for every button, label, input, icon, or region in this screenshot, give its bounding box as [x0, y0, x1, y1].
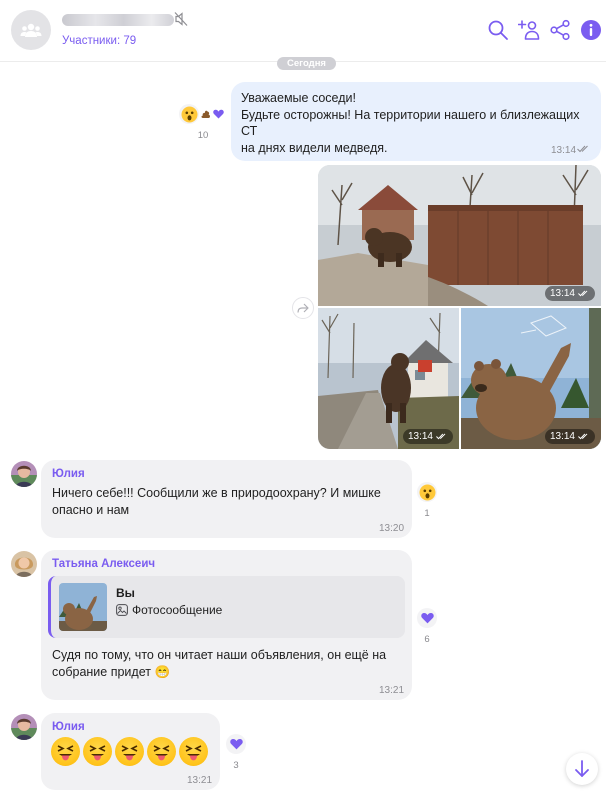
reaction-count: 10: [197, 130, 209, 141]
scroll-to-bottom-button[interactable]: [566, 753, 598, 785]
quote-image: [59, 583, 107, 631]
chat-header: Участники: 79: [0, 0, 606, 62]
photo-bear-road[interactable]: 13:14: [318, 165, 601, 306]
reaction-badge[interactable]: [417, 608, 437, 628]
shocked-face-icon: [181, 106, 197, 122]
purple-heart-icon: [229, 739, 243, 750]
photo-time: 13:14: [549, 288, 575, 299]
photo-time-badge: 13:14: [544, 286, 595, 301]
read-ticks-icon: [578, 290, 588, 297]
group-avatar[interactable]: [11, 10, 51, 50]
reaction-count: 1: [424, 508, 430, 519]
avatar[interactable]: [11, 551, 37, 577]
read-ticks-icon: [436, 433, 446, 440]
forward-button[interactable]: [292, 297, 314, 319]
message-text: Ничего себе!!! Сообщили же в природоохра…: [52, 486, 381, 517]
photo-time: 13:14: [407, 431, 433, 442]
avatar[interactable]: [11, 461, 37, 487]
squinting-tongue-emoji-icon: [115, 737, 144, 766]
purple-heart-icon: [420, 613, 434, 624]
photo-bear-closeup[interactable]: 13:14: [461, 308, 601, 449]
photo-icon: [116, 604, 128, 616]
sender-name[interactable]: Юлия: [52, 719, 85, 736]
photo-image: [318, 308, 459, 449]
reaction-badge[interactable]: [179, 104, 199, 124]
reaction-badge[interactable]: [226, 734, 246, 754]
info-icon[interactable]: [580, 19, 602, 41]
emoji-row: [51, 737, 208, 766]
message-time: 13:21: [379, 685, 405, 696]
message-text: Уважаемые соседи! Будьте осторожны! На т…: [241, 91, 580, 155]
read-ticks-icon: [577, 145, 588, 153]
forward-icon: [297, 303, 309, 313]
group-icon: [20, 23, 42, 37]
add-member-icon[interactable]: [518, 19, 540, 41]
incoming-message[interactable]: Юлия Ничего себе!!! Сообщили же в природ…: [41, 460, 412, 538]
sender-name[interactable]: Юлия: [52, 466, 85, 483]
read-ticks-icon: [578, 433, 588, 440]
search-icon[interactable]: [487, 19, 509, 41]
squinting-tongue-emoji-icon: [83, 737, 112, 766]
photo-time: 13:14: [549, 431, 575, 442]
avatar[interactable]: [11, 714, 37, 740]
poop-icon: [201, 110, 210, 118]
avatar-image: [11, 461, 37, 487]
reaction-badge[interactable]: [417, 482, 437, 502]
message-time: 13:21: [187, 775, 213, 786]
message-text: Судя по тому, что он читает наши объявле…: [52, 648, 387, 679]
photo-image: [461, 308, 601, 449]
chat-name-redacted[interactable]: [62, 14, 174, 26]
arrow-down-icon: [575, 760, 589, 777]
members-count[interactable]: Участники: 79: [62, 35, 136, 47]
photo-bear-mailbox[interactable]: 13:14: [318, 308, 459, 449]
date-divider: Сегодня: [277, 57, 336, 70]
avatar-image: [11, 714, 37, 740]
photo-time-badge: 13:14: [544, 429, 595, 444]
quote-author: Вы: [116, 586, 135, 600]
reaction-count: 6: [424, 634, 430, 645]
avatar-image: [11, 551, 37, 577]
photo-time-badge: 13:14: [402, 429, 453, 444]
squinting-tongue-emoji-icon: [147, 737, 176, 766]
sender-name[interactable]: Татьяна Алексеич: [52, 556, 155, 573]
purple-heart-icon: [213, 109, 224, 119]
mute-icon: [174, 12, 188, 26]
reaction-count: 3: [233, 760, 239, 771]
squinting-tongue-emoji-icon: [179, 737, 208, 766]
squinting-tongue-emoji-icon: [51, 737, 80, 766]
outgoing-message[interactable]: Уважаемые соседи! Будьте осторожны! На т…: [231, 82, 601, 161]
quoted-message[interactable]: Вы Фотосообщение: [48, 576, 405, 638]
photo-image: [318, 165, 601, 306]
shocked-face-icon: [419, 484, 435, 500]
message-time: 13:14: [551, 145, 577, 156]
quote-text: Фотосообщение: [132, 603, 223, 617]
message-time: 13:20: [379, 523, 405, 534]
share-icon[interactable]: [549, 19, 571, 41]
quote-thumbnail: [59, 583, 107, 631]
